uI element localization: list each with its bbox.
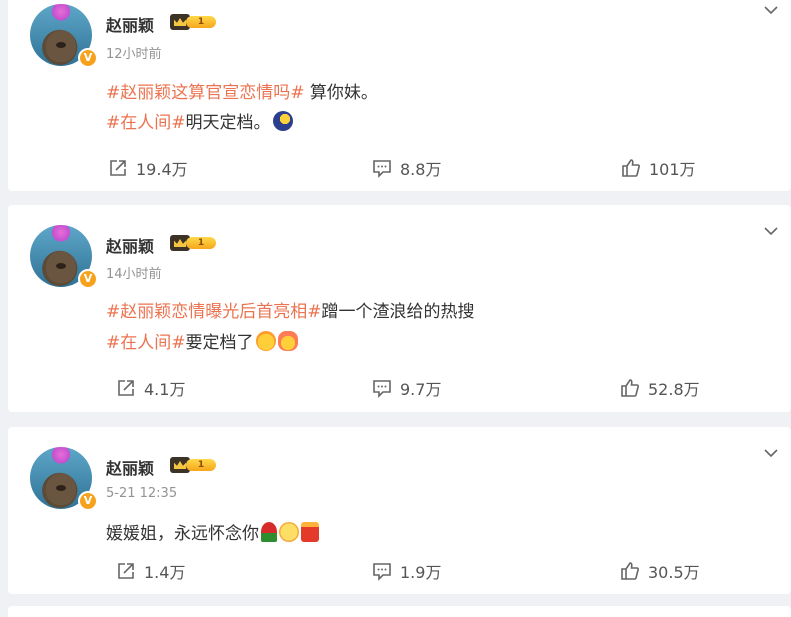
action-bar: 4.1万 9.7万 52.8万 <box>8 376 791 400</box>
like-button[interactable]: 30.5万 <box>620 559 700 583</box>
hashtag-link[interactable]: #赵丽颖恋情曝光后首亮相# <box>106 302 322 322</box>
post-time[interactable]: 14小时前 <box>106 263 162 282</box>
crown-level-icon[interactable]: 1 <box>170 457 216 473</box>
like-button[interactable]: 52.8万 <box>620 376 700 400</box>
thumb-up-icon <box>621 379 639 397</box>
author-name[interactable]: 赵丽颖 <box>106 233 154 257</box>
comment-icon <box>373 160 391 178</box>
post-card: V 赵丽颖 1 14小时前 #赵丽颖恋情曝光后首亮相#蹭一个渣浪给的热搜 #在人… <box>8 205 791 412</box>
verified-badge: V <box>78 491 98 511</box>
repost-icon <box>110 160 126 176</box>
post-card <box>8 606 791 617</box>
author-name[interactable]: 赵丽颖 <box>106 12 154 36</box>
hashtag-link[interactable]: #在人间# <box>106 113 186 133</box>
repost-count: 1.4万 <box>144 563 186 582</box>
like-count: 52.8万 <box>648 380 700 399</box>
laugh-cry-emoji <box>255 331 276 351</box>
chevron-down-icon[interactable] <box>763 223 779 239</box>
crown-level-icon[interactable]: 1 <box>170 14 216 30</box>
comment-count: 8.8万 <box>400 160 442 179</box>
post-card: V 赵丽颖 1 12小时前 #赵丽颖这算官宣恋情吗# 算你妹。 #在人间#明天定… <box>8 0 791 191</box>
chevron-down-icon[interactable] <box>763 2 779 18</box>
post-text: 算你妹。 <box>304 83 378 103</box>
level-label: 1 <box>186 237 216 249</box>
sad-emoji <box>279 522 299 542</box>
comment-button[interactable]: 1.9万 <box>372 559 441 583</box>
action-bar: 1.4万 1.9万 30.5万 <box>8 559 791 583</box>
chevron-down-icon[interactable] <box>763 445 779 461</box>
repost-icon <box>118 563 134 579</box>
shock-emoji <box>277 331 298 351</box>
like-count: 30.5万 <box>648 563 700 582</box>
comment-icon <box>373 563 391 581</box>
author-name[interactable]: 赵丽颖 <box>106 455 154 479</box>
comment-button[interactable]: 9.7万 <box>372 376 441 400</box>
repost-button[interactable]: 4.1万 <box>116 376 185 400</box>
candle-emoji <box>301 522 319 542</box>
post-time[interactable]: 12小时前 <box>106 43 162 62</box>
post-text: 明天定档。 <box>185 113 271 133</box>
repost-button[interactable]: 19.4万 <box>108 156 188 180</box>
post-text-line: #在人间#明天定档。 <box>106 108 293 133</box>
verified-badge: V <box>78 269 98 289</box>
verified-badge: V <box>78 48 98 68</box>
hashtag-link[interactable]: #赵丽颖这算官宣恋情吗# <box>106 83 305 103</box>
post-text: 媛媛姐，永远怀念你 <box>106 524 259 544</box>
post-text: 蹭一个渣浪给的热搜 <box>321 302 475 322</box>
post-text: 要定档了 <box>185 333 254 353</box>
level-label: 1 <box>186 16 216 28</box>
repost-count: 4.1万 <box>144 380 186 399</box>
post-time[interactable]: 5-21 12:35 <box>106 486 177 501</box>
moon-emoji <box>272 111 293 131</box>
post-text-line: #在人间#要定档了 <box>106 328 298 353</box>
thumb-up-icon <box>622 159 640 177</box>
action-bar: 19.4万 8.8万 101万 <box>8 156 791 180</box>
level-label: 1 <box>186 459 216 471</box>
thumb-up-icon <box>621 562 639 580</box>
comment-count: 9.7万 <box>400 380 442 399</box>
repost-count: 19.4万 <box>136 160 188 179</box>
like-button[interactable]: 101万 <box>621 156 696 180</box>
post-text-line: #赵丽颖恋情曝光后首亮相#蹭一个渣浪给的热搜 <box>106 297 475 322</box>
post-text-line: #赵丽颖这算官宣恋情吗# 算你妹。 <box>106 78 378 103</box>
comment-count: 1.9万 <box>400 563 442 582</box>
hashtag-link[interactable]: #在人间# <box>106 333 186 353</box>
like-count: 101万 <box>649 160 696 179</box>
post-card: V 赵丽颖 1 5-21 12:35 媛媛姐，永远怀念你 1.4万 1.9万 3… <box>8 427 791 594</box>
comment-icon <box>373 380 391 398</box>
comment-button[interactable]: 8.8万 <box>372 156 441 180</box>
repost-button[interactable]: 1.4万 <box>116 559 185 583</box>
repost-icon <box>118 380 134 396</box>
rose-emoji <box>261 522 277 542</box>
crown-level-icon[interactable]: 1 <box>170 235 216 251</box>
post-text-line: 媛媛姐，永远怀念你 <box>106 519 319 544</box>
